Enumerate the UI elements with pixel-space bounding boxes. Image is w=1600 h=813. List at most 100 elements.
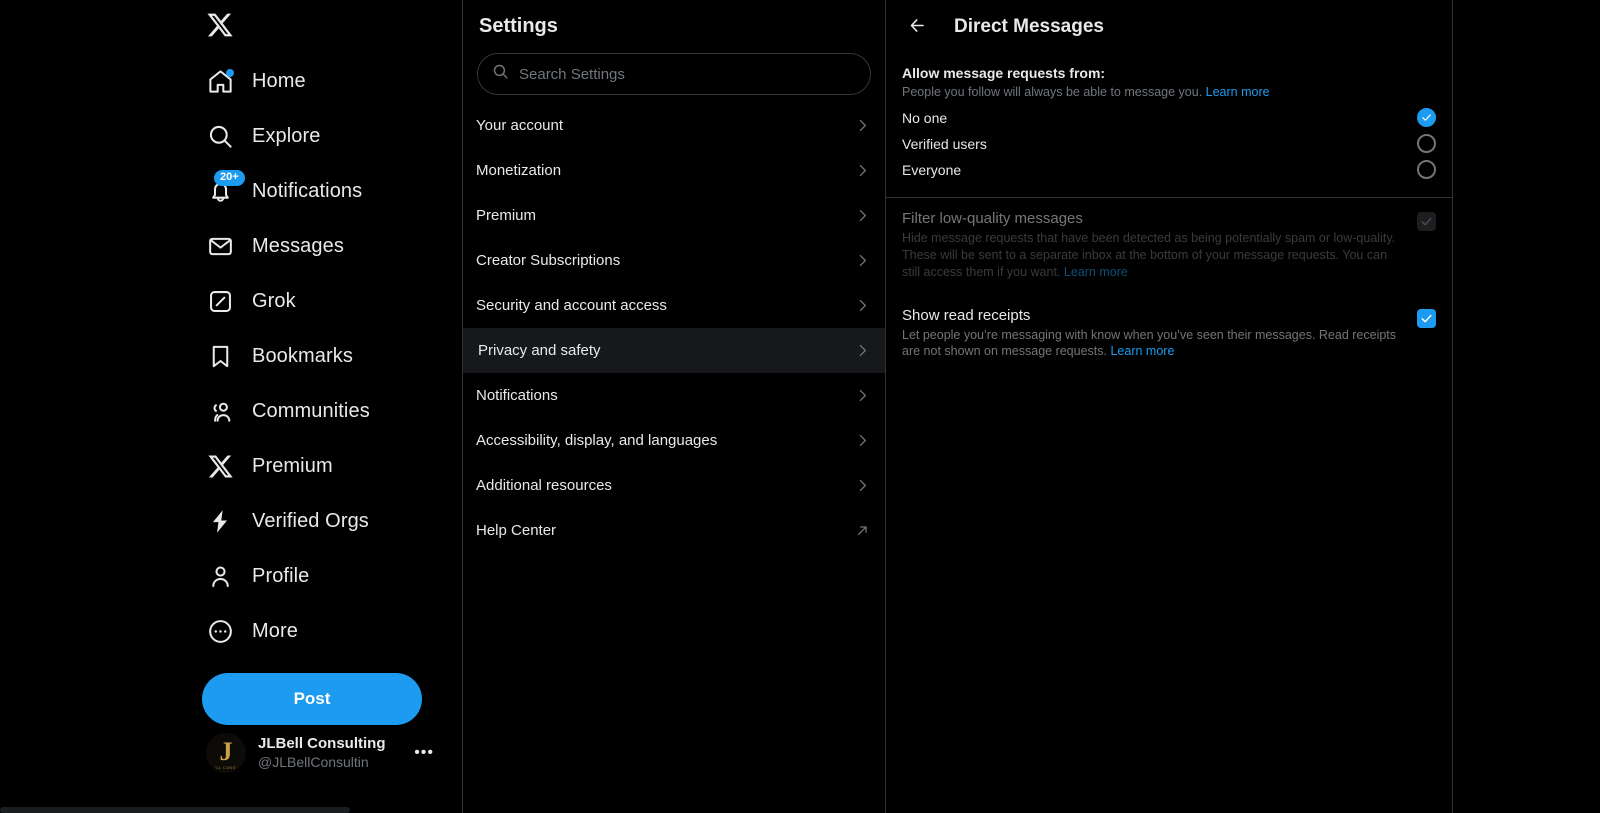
allow-requests-title: Allow message requests from:	[902, 65, 1106, 81]
back-button[interactable]	[902, 12, 932, 42]
radio-indicator-empty[interactable]	[1417, 160, 1436, 180]
x-logo-link[interactable]	[200, 0, 428, 54]
radio-option-verified-users[interactable]: Verified users	[902, 131, 1436, 157]
settings-item-monetization[interactable]: Monetization	[463, 148, 885, 193]
account-names: JLBell Consulting @JLBellConsultin	[258, 735, 386, 771]
settings-item-additional-resources[interactable]: Additional resources	[463, 463, 885, 508]
settings-item-label: Security and account access	[476, 297, 667, 314]
chevron-right-icon	[854, 252, 871, 269]
settings-header: Settings	[463, 0, 885, 53]
home-icon	[206, 68, 234, 96]
communities-icon	[206, 398, 234, 426]
arrow-left-icon	[908, 16, 927, 38]
radio-label: No one	[902, 109, 948, 126]
lightning-icon	[206, 508, 234, 536]
sidebar-item-label: Messages	[252, 235, 344, 257]
settings-item-label: Monetization	[476, 162, 562, 179]
sidebar-item-grok[interactable]: Grok	[200, 274, 428, 329]
avatar: J "LL CONS"	[206, 733, 246, 773]
sidebar-item-profile[interactable]: Profile	[200, 549, 428, 604]
allow-requests-description: People you follow will always be able to…	[902, 84, 1422, 101]
settings-item-label: Accessibility, display, and languages	[476, 432, 718, 449]
detail-header: Direct Messages	[886, 0, 1452, 53]
radio-option-everyone[interactable]: Everyone	[902, 157, 1436, 183]
chevron-right-icon	[854, 342, 871, 359]
account-handle: @JLBellConsultin	[258, 753, 369, 770]
radio-option-no-one[interactable]: No one	[902, 105, 1436, 131]
horizontal-scrollbar[interactable]	[0, 807, 350, 813]
settings-item-privacy-and-safety[interactable]: Privacy and safety	[463, 328, 885, 373]
chevron-right-icon	[854, 117, 871, 134]
sidebar-item-premium[interactable]: Premium	[200, 439, 428, 494]
check-icon	[1421, 314, 1432, 322]
settings-item-label: Privacy and safety	[478, 342, 601, 359]
check-icon	[1422, 114, 1431, 122]
detail-title: Direct Messages	[954, 15, 1104, 37]
settings-list-column: Settings Your account Monetization Premi…	[462, 0, 886, 813]
sidebar-item-explore[interactable]: Explore	[200, 109, 428, 164]
radio-indicator-empty[interactable]	[1417, 134, 1436, 154]
search-settings-box[interactable]	[477, 53, 871, 95]
avatar-subtext: "LL CONS"	[214, 765, 238, 770]
radio-label: Everyone	[902, 161, 962, 178]
settings-item-label: Notifications	[476, 387, 558, 404]
sidebar-item-label: Verified Orgs	[252, 510, 369, 532]
sidebar-item-label: Communities	[252, 400, 370, 422]
check-icon	[1421, 217, 1432, 226]
learn-more-link[interactable]: Learn more	[1064, 265, 1128, 279]
sidebar-item-more[interactable]: More	[200, 604, 428, 659]
sidebar-item-home[interactable]: Home	[200, 54, 428, 109]
filter-low-quality-title: Filter low-quality messages	[902, 209, 1083, 227]
sidebar-item-label: Profile	[252, 565, 310, 587]
chevron-right-icon	[854, 162, 871, 179]
radio-label: Verified users	[902, 135, 987, 152]
filter-low-quality-row[interactable]: Filter low-quality messages Hide message…	[902, 210, 1436, 281]
settings-item-your-account[interactable]: Your account	[463, 103, 885, 148]
home-unread-dot	[226, 68, 234, 77]
search-icon	[206, 123, 234, 151]
x-logo-icon	[206, 453, 234, 481]
settings-item-label: Help Center	[476, 522, 557, 539]
external-link-icon	[854, 522, 871, 539]
show-read-receipts-section: Show read receipts Let people you’re mes…	[886, 295, 1452, 375]
sidebar-item-notifications[interactable]: 20+ Notifications	[200, 164, 428, 219]
chevron-right-icon	[854, 477, 871, 494]
settings-item-premium[interactable]: Premium	[463, 193, 885, 238]
page-title: Settings	[479, 15, 558, 37]
x-settings-app: Home Explore 20+ Notifications Messages …	[0, 0, 1600, 813]
sidebar-item-label: Bookmarks	[252, 345, 353, 367]
allow-message-requests-section: Allow message requests from: People you …	[886, 53, 1452, 198]
settings-item-accessibility-display-and-languages[interactable]: Accessibility, display, and languages	[463, 418, 885, 463]
sidebar-item-verified-orgs[interactable]: Verified Orgs	[200, 494, 428, 549]
account-more-icon[interactable]: •••	[414, 744, 434, 762]
envelope-icon	[206, 233, 234, 261]
notifications-badge: 20+	[214, 169, 245, 186]
filter-low-quality-text: Filter low-quality messages Hide message…	[902, 210, 1401, 281]
radio-indicator-selected[interactable]	[1417, 108, 1436, 128]
post-button[interactable]: Post	[202, 673, 422, 725]
filter-low-quality-section: Filter low-quality messages Hide message…	[886, 198, 1452, 295]
sidebar-item-label: Premium	[252, 455, 333, 477]
sidebar-item-messages[interactable]: Messages	[200, 219, 428, 274]
filter-low-quality-checkbox[interactable]	[1417, 211, 1436, 231]
settings-item-label: Creator Subscriptions	[476, 252, 621, 269]
settings-item-security-and-account-access[interactable]: Security and account access	[463, 283, 885, 328]
show-read-receipts-checkbox[interactable]	[1417, 308, 1436, 328]
settings-item-help-center[interactable]: Help Center	[463, 508, 885, 553]
sidebar-item-communities[interactable]: Communities	[200, 384, 428, 439]
sidebar-item-bookmarks[interactable]: Bookmarks	[200, 329, 428, 384]
filter-low-quality-description: Hide message requests that have been det…	[902, 230, 1401, 281]
sidebar-item-label: Notifications	[252, 180, 363, 202]
settings-item-creator-subscriptions[interactable]: Creator Subscriptions	[463, 238, 885, 283]
show-read-receipts-row[interactable]: Show read receipts Let people you’re mes…	[902, 307, 1436, 361]
show-read-receipts-title: Show read receipts	[902, 306, 1031, 324]
settings-search-wrapper	[463, 53, 885, 103]
sidebar-item-label: Grok	[252, 290, 296, 312]
person-icon	[206, 563, 234, 591]
account-switcher[interactable]: J "LL CONS" JLBell Consulting @JLBellCon…	[200, 725, 440, 781]
settings-item-notifications[interactable]: Notifications	[463, 373, 885, 418]
search-input[interactable]	[519, 65, 856, 83]
learn-more-link[interactable]: Learn more	[1110, 344, 1174, 358]
learn-more-link[interactable]: Learn more	[1206, 85, 1270, 99]
bookmark-icon	[206, 343, 234, 371]
